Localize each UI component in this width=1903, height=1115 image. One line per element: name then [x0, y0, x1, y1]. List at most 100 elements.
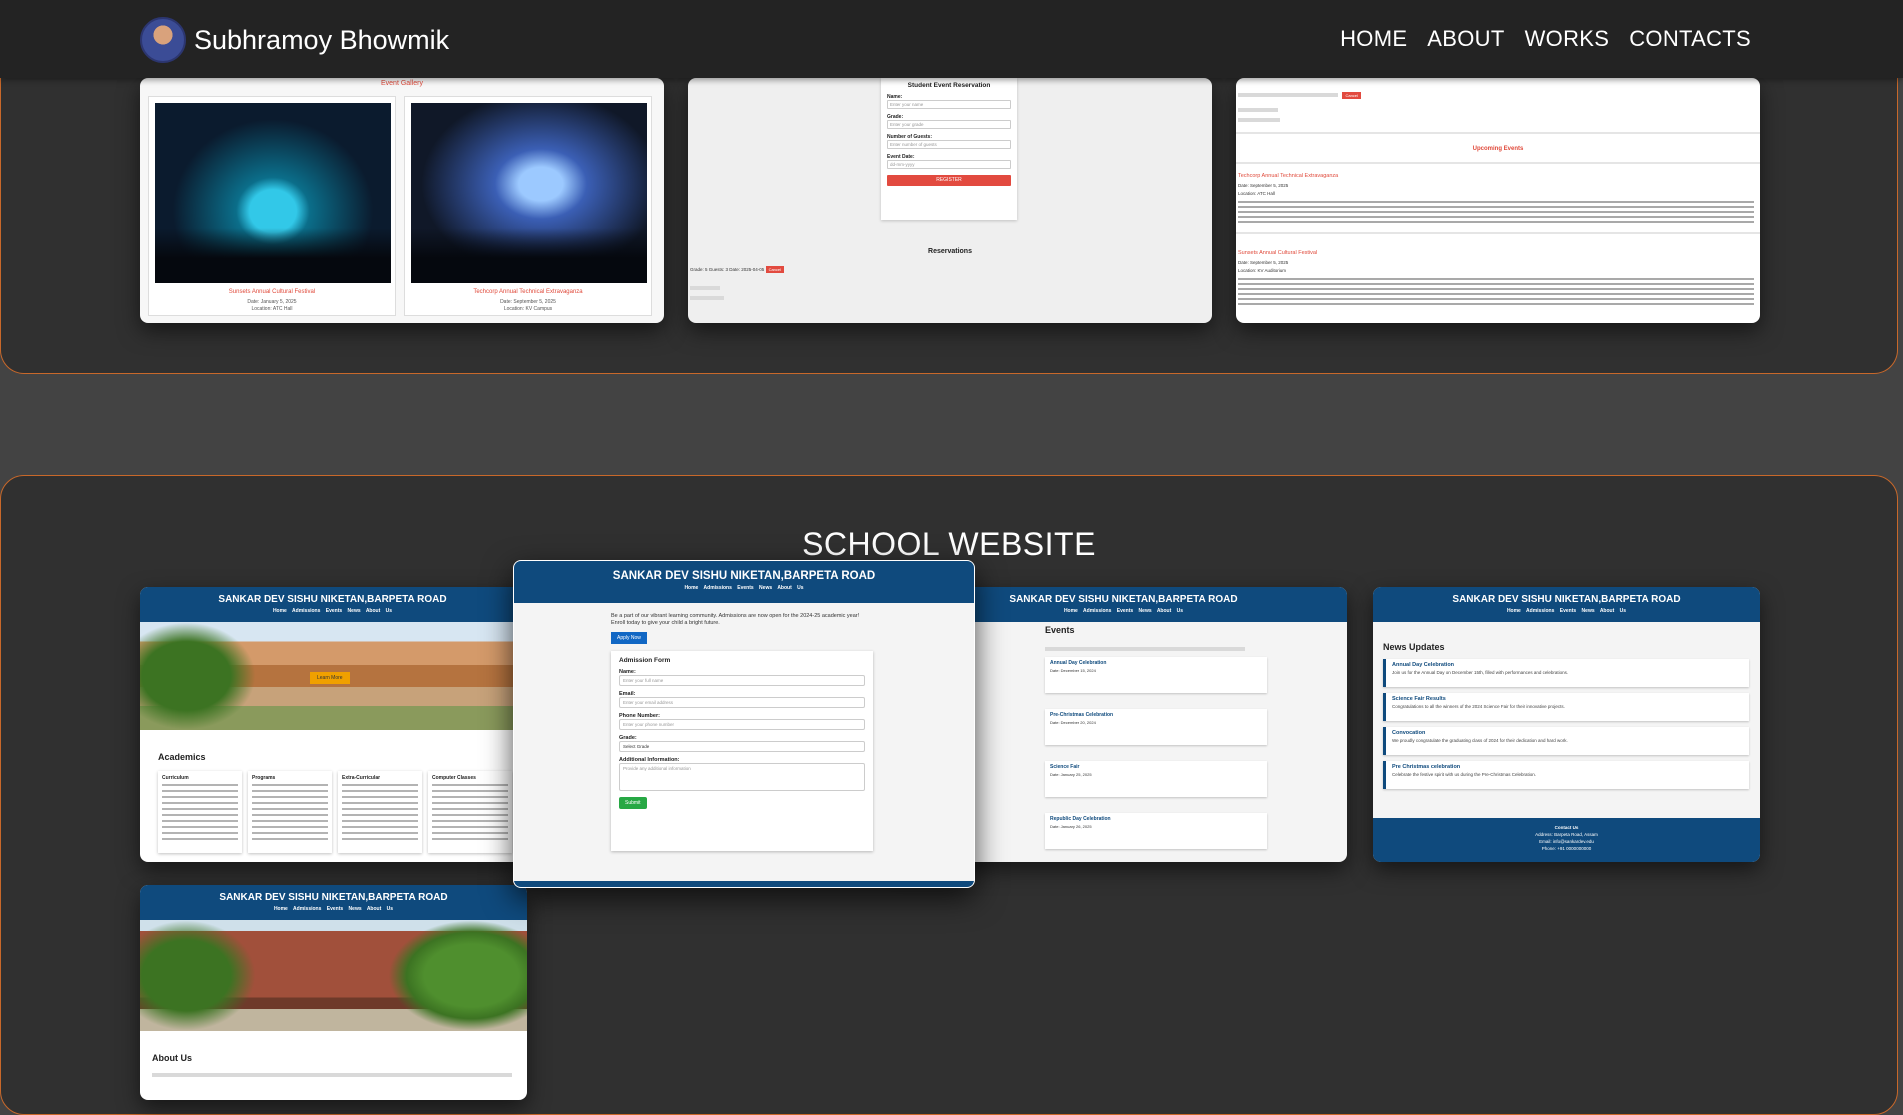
- news-title: Convocation: [1392, 730, 1426, 736]
- submit-button[interactable]: Submit: [619, 797, 647, 809]
- event-name: Science Fair: [1050, 764, 1080, 770]
- concert-image: [411, 103, 647, 283]
- academic-card-title: Computer Classes: [432, 775, 476, 781]
- name-input[interactable]: Enter your name: [887, 100, 1011, 109]
- email-input[interactable]: Enter your email address: [619, 697, 865, 708]
- info-textarea[interactable]: Provide any additional information: [619, 763, 865, 791]
- school-news-screenshot[interactable]: SANKAR DEV SISHU NIKETAN,BARPETA ROAD Ho…: [1373, 587, 1760, 862]
- upcoming-events-screenshot[interactable]: Cancel Upcoming Events Techcorp Annual T…: [1236, 78, 1760, 323]
- admission-footer-bar: [514, 881, 974, 887]
- event-date: Date: December 20, 2024: [1050, 720, 1096, 725]
- event-gallery-screenshot[interactable]: Event Gallery Sunsets Annual Cultural Fe…: [140, 78, 664, 323]
- nav-contacts-link[interactable]: CONTACTS: [1629, 26, 1751, 52]
- news-desc: Join us for the Annual Day on December 1…: [1392, 670, 1569, 675]
- gallery-card-location: Location: ATC Hall: [251, 306, 293, 312]
- gallery-card-location: Location: KV Campus: [503, 306, 553, 312]
- academic-card: Programs: [248, 771, 332, 853]
- reservation-form: Student Event Reservation Name: Enter yo…: [881, 78, 1017, 220]
- footer-title: Contact Us: [1554, 825, 1579, 830]
- brand[interactable]: Subhramoy Bhowmik: [140, 17, 449, 63]
- reservation-form-title: Student Event Reservation: [907, 82, 991, 89]
- site-title: SANKAR DEV SISHU NIKETAN,BARPETA ROAD: [612, 570, 876, 582]
- admission-form-title: Admission Form: [619, 657, 671, 664]
- grade-input[interactable]: Enter your grade: [887, 120, 1011, 129]
- events-heading: Events: [1045, 625, 1075, 635]
- academics-heading: Academics: [158, 752, 206, 762]
- date-input[interactable]: dd-mm-yyyy: [887, 160, 1011, 169]
- academic-card-title: Curriculum: [162, 775, 189, 781]
- upcoming-top-line: [1238, 93, 1338, 97]
- school-about-screenshot[interactable]: SANKAR DEV SISHU NIKETAN,BARPETA ROAD Ho…: [140, 885, 527, 1100]
- upcoming-event-name: Techcorp Annual Technical Extravaganza: [1238, 173, 1339, 179]
- event-name: Republic Day Celebration: [1050, 816, 1111, 822]
- news-desc: We proudly congratulate the graduating c…: [1392, 738, 1568, 743]
- reservations-title: Reservations: [928, 248, 972, 255]
- gallery-card: Sunsets Annual Cultural Festival Date: J…: [148, 96, 396, 316]
- news-item: Annual Day Celebration Join us for the A…: [1383, 659, 1749, 687]
- upcoming-line: [1238, 108, 1278, 112]
- site-nav: Home Admissions Events News About Us: [272, 608, 393, 614]
- event-item: Republic Day Celebration Date: January 2…: [1045, 813, 1267, 849]
- nav-home-link[interactable]: HOME: [1340, 26, 1407, 52]
- upcoming-event-date: Date: September 5, 2025: [1238, 260, 1289, 265]
- nav-about-link[interactable]: ABOUT: [1427, 26, 1504, 52]
- avatar: [140, 17, 186, 63]
- event-date: Date: January 25, 2025: [1050, 772, 1092, 777]
- phone-input[interactable]: Enter your phone number: [619, 719, 865, 730]
- name-input[interactable]: Enter your full name: [619, 675, 865, 686]
- academic-card-title: Programs: [252, 775, 276, 781]
- upcoming-event-location: Location: KV Auditorium: [1238, 268, 1287, 273]
- guests-input[interactable]: Enter number of guests: [887, 140, 1011, 149]
- footer-line: Address: Barpeta Road, Assam: [1535, 832, 1598, 837]
- about-text: [152, 1073, 512, 1077]
- news-desc: Celebrate the festive spirit with us dur…: [1392, 772, 1537, 777]
- upcoming-event-name: Sunsets Annual Cultural Festival: [1238, 250, 1318, 256]
- school-home-screenshot[interactable]: SANKAR DEV SISHU NIKETAN,BARPETA ROAD Ho…: [140, 587, 525, 862]
- news-title: Annual Day Celebration: [1392, 662, 1455, 668]
- nav-links: HOME ABOUT WORKS CONTACTS: [1340, 26, 1751, 52]
- site-header: SANKAR DEV SISHU NIKETAN,BARPETA ROAD Ho…: [140, 587, 525, 622]
- events-intro: [1045, 647, 1245, 651]
- academic-card-title: Extra-Curricular: [342, 775, 381, 781]
- news-title: Pre Christmas celebration: [1392, 764, 1461, 770]
- footer-line: Email: info@sankardev.edu: [1539, 839, 1594, 844]
- gallery-card: Techcorp Annual Technical Extravaganza D…: [404, 96, 652, 316]
- academic-card: Computer Classes: [428, 771, 512, 853]
- upcoming-event-desc: [1238, 201, 1754, 223]
- event-reservation-screenshot[interactable]: Student Event Reservation Name: Enter yo…: [688, 78, 1212, 323]
- news-title: Science Fair Results: [1392, 696, 1446, 702]
- reservation-row-text: Grade: 5 Guests: 3 Date: 2025-04-05: [690, 267, 765, 272]
- nav-works-link[interactable]: WORKS: [1525, 26, 1610, 52]
- cancel-button[interactable]: Cancel: [1342, 92, 1361, 99]
- news-item: Convocation We proudly congratulate the …: [1383, 727, 1749, 755]
- about-heading: About Us: [152, 1053, 192, 1063]
- upcoming-event-desc: [1238, 278, 1754, 306]
- upcoming-line: [1238, 118, 1280, 122]
- cancel-button[interactable]: Cancel: [765, 266, 785, 273]
- news-heading: News Updates: [1383, 642, 1445, 652]
- section-title: SCHOOL WEBSITE: [802, 526, 1096, 562]
- apply-now-button[interactable]: Apply Now: [611, 632, 647, 644]
- upcoming-events-title: Upcoming Events: [1472, 146, 1524, 152]
- school-admission-screenshot[interactable]: SANKAR DEV SISHU NIKETAN,BARPETA ROAD Ho…: [513, 560, 975, 888]
- admission-intro: Be a part of our vibrant learning commun…: [611, 613, 860, 626]
- brand-name: Subhramoy Bhowmik: [194, 24, 450, 55]
- news-desc: Congratulations to all the winners of th…: [1392, 704, 1565, 709]
- upcoming-event-date: Date: September 5, 2025: [1238, 183, 1289, 188]
- reservation-line: [690, 296, 724, 300]
- register-button[interactable]: REGISTER: [887, 175, 1011, 186]
- site-nav: Home Admissions Events News About Us: [684, 585, 804, 591]
- news-item: Pre Christmas celebration Celebrate the …: [1383, 761, 1749, 789]
- upcoming-top-row: Cancel: [1238, 84, 1361, 102]
- event-item: Science Fair Date: January 25, 2025: [1045, 761, 1267, 797]
- grade-select[interactable]: Select Grade: [619, 741, 865, 752]
- event-date: Date: December 15, 2024: [1050, 668, 1096, 673]
- site-title: SANKAR DEV SISHU NIKETAN,BARPETA ROAD: [219, 892, 448, 903]
- reservation-row: Grade: 5 Guests: 3 Date: 2025-04-05 Canc…: [690, 266, 785, 273]
- site-footer: Contact Us Address: Barpeta Road, Assam …: [1373, 818, 1760, 862]
- academic-card: Extra-Curricular: [338, 771, 422, 853]
- learn-more-button[interactable]: Learn More: [310, 672, 350, 684]
- news-item: Science Fair Results Congratulations to …: [1383, 693, 1749, 721]
- reservation-line: [690, 286, 720, 290]
- top-navbar: Subhramoy Bhowmik HOME ABOUT WORKS CONTA…: [0, 0, 1903, 78]
